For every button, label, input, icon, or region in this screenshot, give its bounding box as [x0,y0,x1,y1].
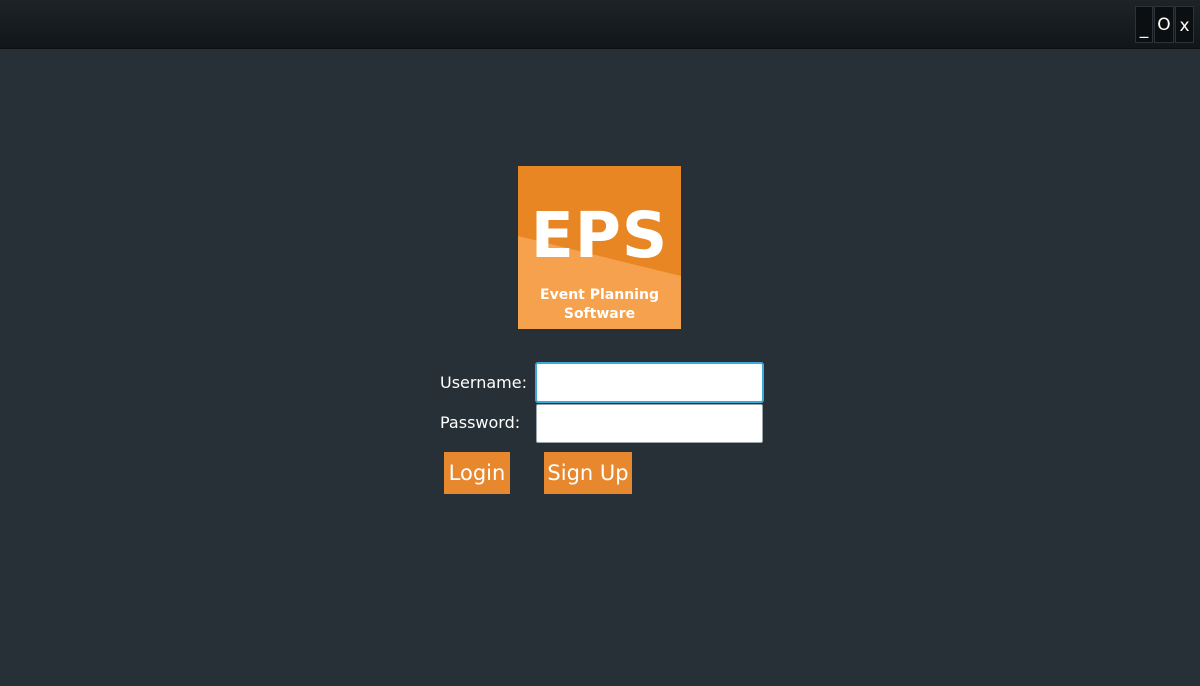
app-logo: EPS Event Planning Software [518,166,681,329]
login-button[interactable]: Login [444,452,510,494]
logo-subtitle-line2: Software [563,306,636,322]
minimize-button[interactable]: _ [1135,6,1153,43]
maximize-button[interactable]: O [1154,6,1174,43]
username-label: Username: [440,373,527,392]
maximize-icon: O [1157,15,1171,35]
login-window: _ O x EPS Event Planning Software Userna… [0,0,1200,686]
minimize-icon: _ [1139,19,1149,39]
username-field[interactable] [536,363,763,402]
logo-subtitle-line1: Event Planning [540,287,659,303]
password-field[interactable] [536,404,763,443]
password-label: Password: [440,413,521,432]
title-bar[interactable]: _ O x [0,0,1200,49]
close-button[interactable]: x [1175,6,1194,43]
logo-subtitle: Event Planning Software [518,286,681,324]
close-icon: x [1179,16,1190,36]
signup-button[interactable]: Sign Up [544,452,632,494]
logo-acronym: EPS [530,199,669,272]
